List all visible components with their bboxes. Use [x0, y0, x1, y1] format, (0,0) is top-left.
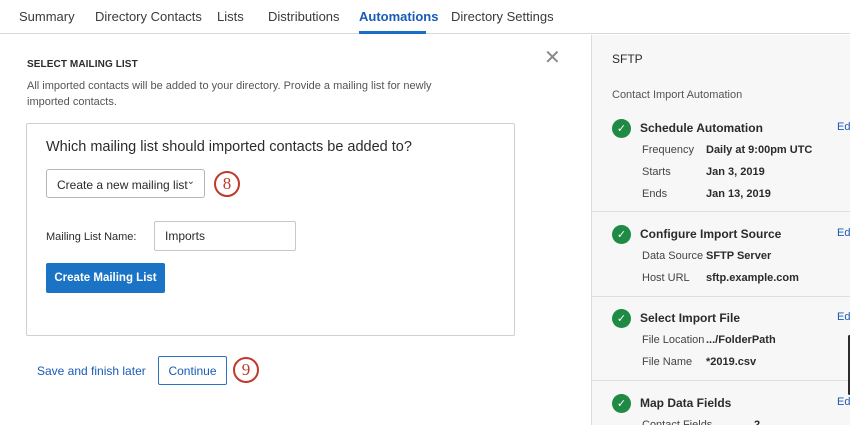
tab-distributions[interactable]: Distributions [268, 9, 340, 24]
step-title: Map Data Fields [640, 396, 732, 410]
check-icon: ✓ [612, 225, 631, 244]
mailing-list-card: Which mailing list should imported conta… [26, 123, 515, 336]
step-title: Schedule Automation [640, 121, 763, 135]
edit-link[interactable]: Ed [837, 121, 850, 133]
step-detail-row: File Location .../FolderPath [642, 334, 776, 346]
callout-marker-9: 9 [233, 357, 259, 383]
close-icon[interactable]: ✕ [544, 48, 561, 68]
panel-subtitle: Contact Import Automation [612, 89, 743, 101]
section-title: SELECT MAILING LIST [27, 59, 138, 70]
check-icon: ✓ [612, 119, 631, 138]
mailing-list-name-input[interactable] [154, 221, 296, 251]
save-and-finish-later-link[interactable]: Save and finish later [37, 364, 146, 378]
dropdown-value: Create a new mailing list [57, 178, 188, 192]
tab-automations[interactable]: Automations [359, 9, 438, 24]
step-detail-row: Frequency Daily at 9:00pm UTC [642, 144, 813, 156]
callout-marker-8: 8 [214, 171, 240, 197]
panel-title: SFTP [612, 52, 643, 66]
active-tab-indicator [359, 31, 426, 34]
select-mailing-list-pane: ✕ SELECT MAILING LIST All imported conta… [0, 35, 591, 425]
tab-directory-contacts[interactable]: Directory Contacts [95, 9, 202, 24]
step-detail-row: Starts Jan 3, 2019 [642, 166, 765, 178]
step-title: Configure Import Source [640, 227, 782, 241]
mailing-list-question: Which mailing list should imported conta… [46, 139, 412, 155]
tab-lists[interactable]: Lists [217, 9, 244, 24]
edit-link[interactable]: Ed [837, 396, 850, 408]
tab-directory-settings[interactable]: Directory Settings [451, 9, 554, 24]
tab-summary[interactable]: Summary [19, 9, 75, 24]
divider [592, 211, 850, 212]
directory-tab-bar: Summary Directory Contacts Lists Distrib… [0, 0, 850, 34]
edit-link[interactable]: Ed [837, 311, 850, 323]
divider [592, 380, 850, 381]
step-detail-row: Data Source SFTP Server [642, 250, 772, 262]
step-detail-row: Host URL sftp.example.com [642, 272, 799, 284]
mailing-list-name-label: Mailing List Name: [46, 231, 137, 243]
chevron-down-icon: ⌄ [186, 176, 195, 187]
section-description: All imported contacts will be added to y… [27, 80, 432, 108]
mailing-list-dropdown[interactable]: Create a new mailing list ⌄ [46, 169, 205, 198]
step-detail-row: Contact Fields 2 [642, 419, 761, 425]
automation-summary-panel: SFTP Contact Import Automation ✓ Schedul… [591, 35, 850, 425]
step-detail-row: File Name *2019.csv [642, 356, 757, 368]
divider [592, 296, 850, 297]
create-mailing-list-button[interactable]: Create Mailing List [46, 263, 165, 293]
step-detail-row: Ends Jan 13, 2019 [642, 188, 771, 200]
step-title: Select Import File [640, 311, 741, 325]
continue-button[interactable]: Continue [158, 356, 227, 385]
edit-link[interactable]: Ed [837, 227, 850, 239]
check-icon: ✓ [612, 394, 631, 413]
check-icon: ✓ [612, 309, 631, 328]
